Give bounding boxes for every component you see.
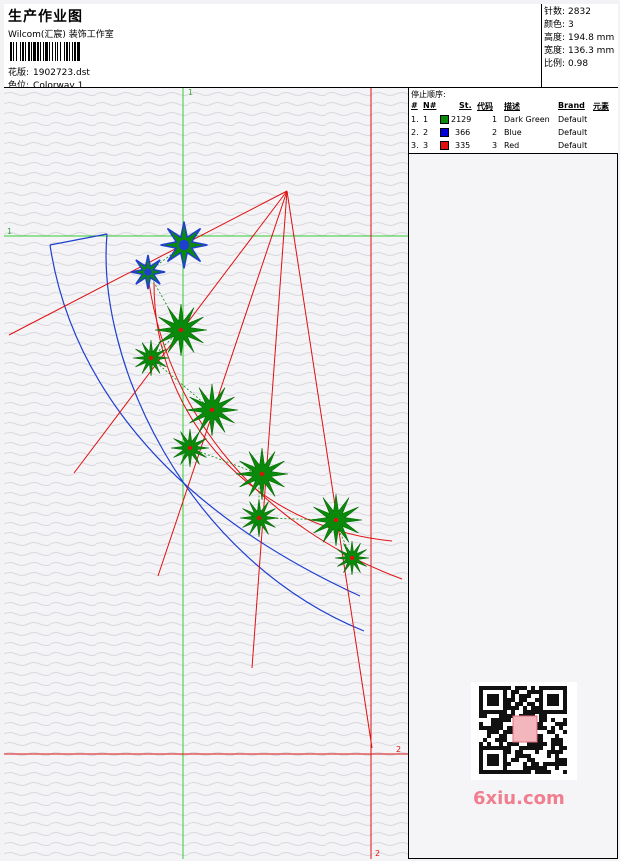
stop-row-index: 3. xyxy=(411,141,419,150)
stop-row-brand: Default xyxy=(558,141,588,150)
stat-height-value: 194.8 mm xyxy=(568,33,615,43)
header-panel: 生产作业图 Wilcom(汇宸) 装饰工作室 花版: 1902723.dst 色位… xyxy=(4,4,542,91)
watermark-logo: 6xiu.com xyxy=(473,788,565,809)
stat-colors-value: 3 xyxy=(568,20,574,30)
stat-stitches-value: 2832 xyxy=(568,7,591,17)
stop-row-description: Dark Green xyxy=(504,115,550,124)
stop-row-needle: 3 xyxy=(423,141,429,150)
stop-row-description: Red xyxy=(504,141,520,150)
stop-sequence-title: 停止顺序: xyxy=(411,90,446,99)
stat-width-value: 136.3 mm xyxy=(568,46,615,56)
stat-scale-label: 比例: xyxy=(544,59,566,69)
star-motif xyxy=(160,221,208,269)
design-file-value: 1902723.dst xyxy=(33,68,90,78)
stat-width: 宽度: 136.3 mm xyxy=(544,45,618,58)
stop-row-code: 3 xyxy=(492,141,498,150)
stat-scale: 比例: 0.98 xyxy=(544,58,618,71)
stop-sequence-panel: 停止顺序: # N# St. 代码 描述 Brand 元素 1. 1 2129 … xyxy=(409,88,618,154)
stop-row-brand: Default xyxy=(558,115,588,124)
stop-row-needle: 1 xyxy=(423,115,429,124)
design-preview-svg: 1 1 2 2 xyxy=(4,88,408,859)
qr-center-badge xyxy=(512,715,538,743)
stop-row: 3. 3 335 3 Red Default xyxy=(409,141,618,153)
marker-right-2: 2 xyxy=(396,745,401,754)
stat-colors: 颜色: 3 xyxy=(544,19,618,32)
qr-code xyxy=(471,682,577,780)
col-header-brand: Brand xyxy=(558,101,585,110)
col-header-index: # xyxy=(411,101,418,110)
col-header-description: 描述 xyxy=(504,102,520,111)
marker-top-1: 1 xyxy=(188,88,193,97)
stat-scale-value: 0.98 xyxy=(568,59,589,69)
right-panel: 停止顺序: # N# St. 代码 描述 Brand 元素 1. 1 2129 … xyxy=(409,88,618,859)
stop-row-index: 2. xyxy=(411,128,419,137)
production-worksheet: 生产作业图 Wilcom(汇宸) 装饰工作室 花版: 1902723.dst 色位… xyxy=(0,0,620,861)
marker-left-1: 1 xyxy=(7,227,12,236)
stat-width-label: 宽度: xyxy=(544,46,566,56)
marker-bottom-2: 2 xyxy=(375,849,380,858)
stop-row-code: 1 xyxy=(492,115,498,124)
thread-swatch xyxy=(440,115,449,124)
page-title: 生产作业图 xyxy=(8,9,83,25)
stop-row-brand: Default xyxy=(558,128,588,137)
col-header-element: 元素 xyxy=(593,102,609,111)
stat-height: 高度: 194.8 mm xyxy=(544,32,618,45)
design-file-label: 花版: xyxy=(8,68,30,78)
col-header-stitches: St. xyxy=(459,101,472,110)
design-file-line: 花版: 1902723.dst xyxy=(8,65,94,78)
stop-row: 2. 2 366 2 Blue Default xyxy=(409,128,618,140)
thread-swatch xyxy=(440,141,449,150)
barcode-bar xyxy=(80,42,81,61)
stop-row-stitches: 2129 xyxy=(451,115,472,124)
stop-row-index: 1. xyxy=(411,115,419,124)
col-header-needle: N# xyxy=(423,101,437,110)
stat-stitches: 针数: 2832 xyxy=(544,6,618,19)
stat-height-label: 高度: xyxy=(544,33,566,43)
stop-row: 1. 1 2129 1 Dark Green Default xyxy=(409,115,618,127)
stat-colors-label: 颜色: xyxy=(544,20,566,30)
stop-row-code: 2 xyxy=(492,128,498,137)
stat-stitches-label: 针数: xyxy=(544,7,566,17)
barcode xyxy=(10,42,140,61)
stop-row-needle: 2 xyxy=(423,128,429,137)
qr-code-svg xyxy=(479,686,567,774)
stop-row-stitches: 335 xyxy=(455,141,471,150)
studio-name: Wilcom(汇宸) 装饰工作室 xyxy=(8,30,114,40)
col-header-code: 代码 xyxy=(477,102,493,111)
stop-row-description: Blue xyxy=(504,128,522,137)
design-stats-panel: 针数: 2832 颜色: 3 高度: 194.8 mm 宽度: 136.3 mm 比例:… xyxy=(542,4,618,88)
stop-row-stitches: 366 xyxy=(455,128,471,137)
thread-swatch xyxy=(440,128,449,137)
design-preview-canvas: 1 1 2 2 xyxy=(4,88,409,859)
fabric-texture xyxy=(4,88,408,859)
star-motif xyxy=(130,254,166,290)
